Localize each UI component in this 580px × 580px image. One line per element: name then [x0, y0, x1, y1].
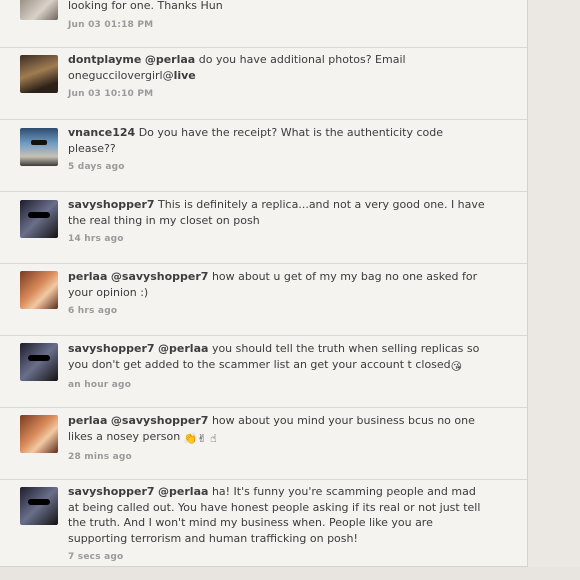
comment-username[interactable]: savyshopper7	[68, 198, 155, 211]
comment-username[interactable]: dontplayme	[68, 53, 141, 66]
comment-username[interactable]: savyshopper7	[68, 485, 155, 498]
avatar[interactable]	[20, 343, 58, 381]
comment-item: looking for one. Thanks Hun Jun 03 01:18…	[0, 0, 527, 48]
comment-item: savyshopper7 This is definitely a replic…	[0, 192, 527, 264]
page-background	[528, 0, 580, 580]
avatar[interactable]	[20, 55, 58, 93]
comment-username[interactable]: vnance124	[68, 126, 135, 139]
comment-username[interactable]: perlaa	[68, 270, 107, 283]
comment-mention[interactable]: @perlaa	[145, 53, 195, 66]
page-background-bottom	[0, 567, 580, 580]
comment-timestamp: an hour ago	[68, 380, 132, 390]
hand-gesture-emoji-icon: 👏✌ ☝	[183, 431, 217, 445]
avatar[interactable]	[20, 200, 58, 238]
comment-text-bold: live	[173, 68, 196, 82]
kiss-emoji-icon: 😘	[450, 359, 463, 373]
avatar[interactable]	[20, 128, 58, 166]
comment-text: looking for one. Thanks Hun	[68, 0, 223, 12]
comment-username[interactable]: savyshopper7	[68, 342, 155, 355]
comment-timestamp: 5 days ago	[68, 162, 125, 172]
comment-item: savyshopper7 @perlaa you should tell the…	[0, 336, 527, 408]
comment-item: dontplayme @perlaa do you have additiona…	[0, 47, 527, 120]
comments-panel: looking for one. Thanks Hun Jun 03 01:18…	[0, 0, 528, 567]
comment-item: perlaa @savyshopper7 how about u get of …	[0, 264, 527, 336]
comment-item: savyshopper7 @perlaa ha! It's funny you'…	[0, 480, 527, 566]
avatar[interactable]	[20, 271, 58, 309]
comment-timestamp: 14 hrs ago	[68, 234, 124, 244]
comment-timestamp: 7 secs ago	[68, 552, 124, 562]
comment-username[interactable]: perlaa	[68, 414, 107, 427]
comment-timestamp: Jun 03 10:10 PM	[68, 89, 154, 99]
comment-timestamp: 6 hrs ago	[68, 306, 118, 316]
avatar[interactable]	[20, 415, 58, 453]
comment-mention[interactable]: @perlaa	[158, 485, 208, 498]
comment-timestamp: 28 mins ago	[68, 452, 132, 462]
comment-item: perlaa @savyshopper7 how about you mind …	[0, 408, 527, 480]
comment-mention[interactable]: @perlaa	[158, 342, 208, 355]
comment-timestamp: Jun 03 01:18 PM	[68, 19, 154, 30]
comment-mention[interactable]: @savyshopper7	[111, 414, 209, 427]
comment-item: vnance124 Do you have the receipt? What …	[0, 120, 527, 192]
comment-mention[interactable]: @savyshopper7	[111, 270, 209, 283]
avatar[interactable]	[20, 487, 58, 525]
avatar[interactable]	[20, 0, 58, 20]
